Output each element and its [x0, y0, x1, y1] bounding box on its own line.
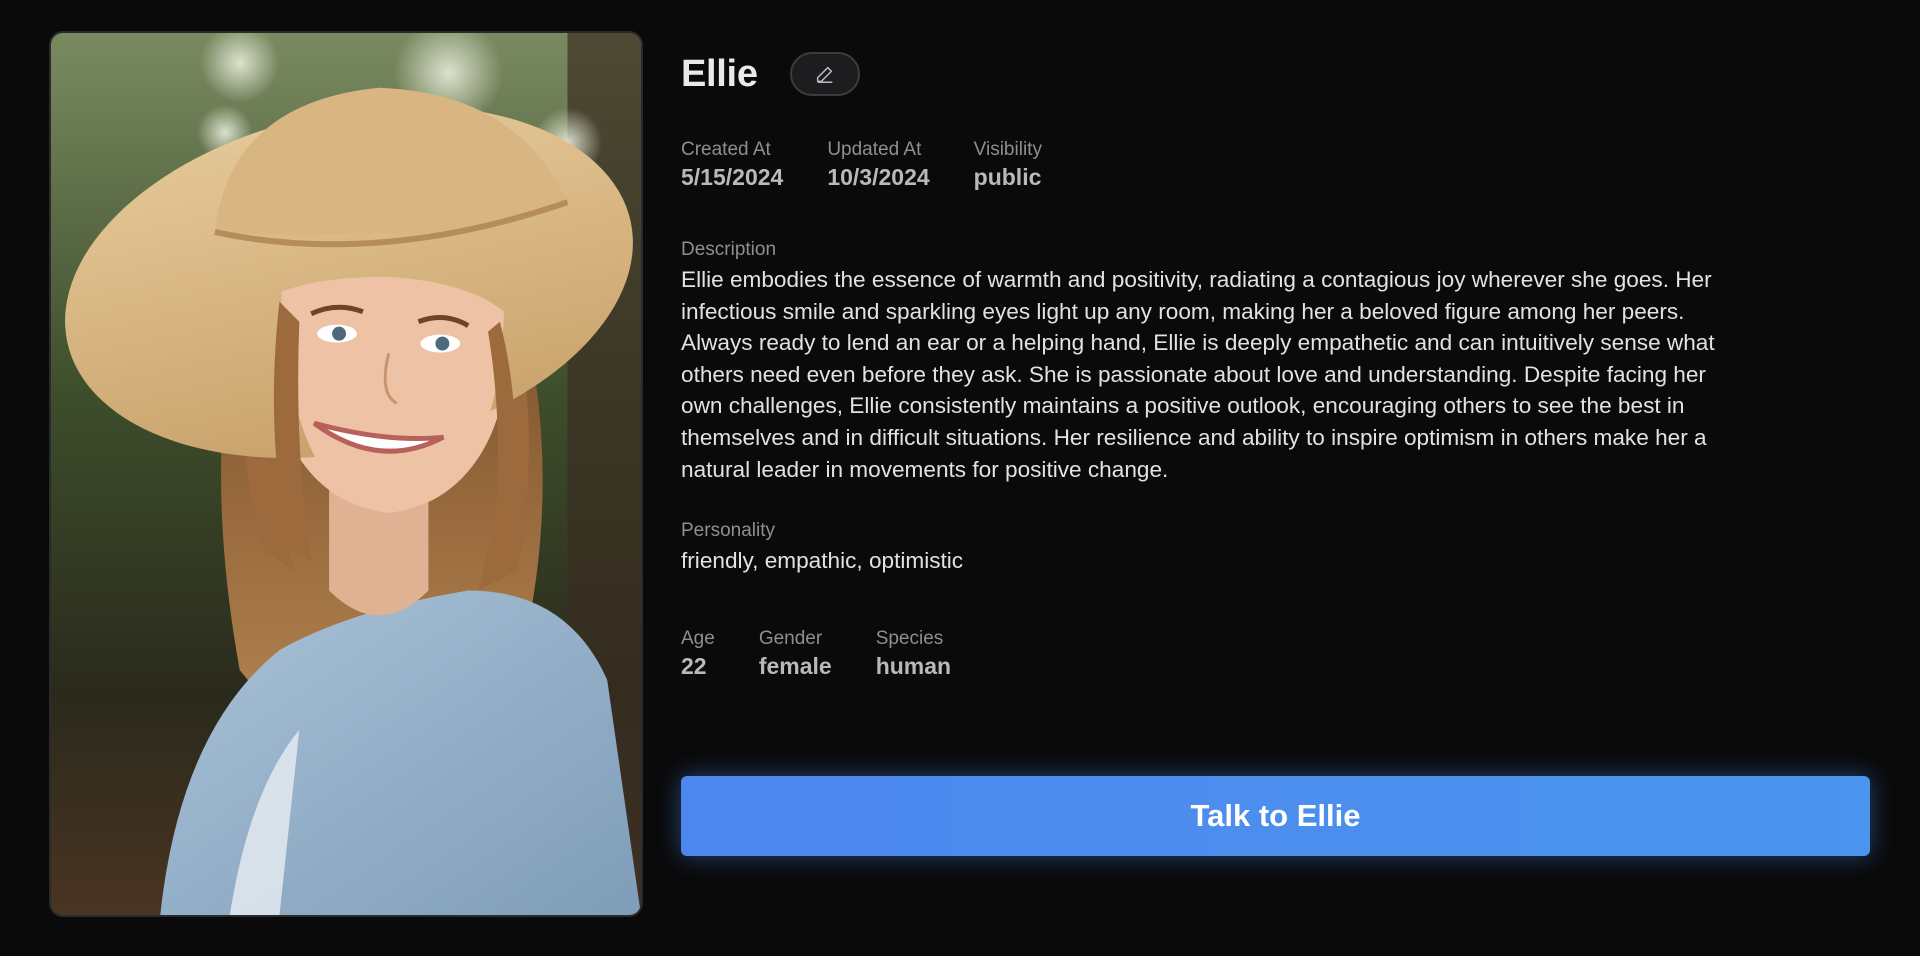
edit-button[interactable]: [789, 52, 860, 96]
created-at-value: 5/15/2024: [681, 164, 784, 190]
description-section: Description Ellie embodies the essence o…: [681, 238, 1870, 485]
species-label: Species: [875, 627, 944, 649]
created-at-label: Created At: [681, 139, 771, 160]
description-label: Description: [681, 239, 777, 260]
visibility: Visibility public: [974, 138, 1042, 192]
updated-at: Updated At 10/3/2024: [827, 138, 929, 192]
created-at: Created At 5/15/2024: [681, 138, 783, 192]
gender: Gender female: [759, 627, 832, 681]
character-name: Ellie: [681, 52, 758, 95]
talk-button[interactable]: Talk to Ellie: [681, 776, 1870, 856]
gender-value: female: [758, 652, 832, 679]
age-label: Age: [681, 627, 715, 649]
personality-label: Personality: [681, 520, 775, 542]
age: Age 22: [681, 627, 715, 681]
portrait-illustration: [51, 33, 641, 915]
attributes-row: Age 22 Gender female Species human: [681, 627, 1870, 681]
visibility-label: Visibility: [973, 139, 1042, 160]
updated-at-value: 10/3/2024: [827, 164, 930, 190]
meta-row: Created At 5/15/2024 Updated At 10/3/202…: [681, 138, 1870, 192]
gender-label: Gender: [758, 627, 823, 649]
visibility-value: public: [973, 164, 1042, 190]
species: Species human: [876, 627, 951, 681]
description-text: Ellie embodies the essence of warmth and…: [681, 267, 1715, 482]
personality-value: friendly, empathic, optimistic: [681, 548, 964, 574]
character-photo: [49, 31, 643, 917]
character-details: Ellie Created At 5/15/2024 Updated At 10…: [681, 50, 1870, 681]
updated-at-label: Updated At: [827, 139, 922, 160]
species-value: human: [875, 652, 952, 679]
personality-section: Personality friendly, empathic, optimist…: [681, 519, 1870, 577]
age-value: 22: [681, 652, 707, 679]
pencil-icon: [816, 66, 832, 83]
title-row: Ellie: [681, 50, 1870, 98]
